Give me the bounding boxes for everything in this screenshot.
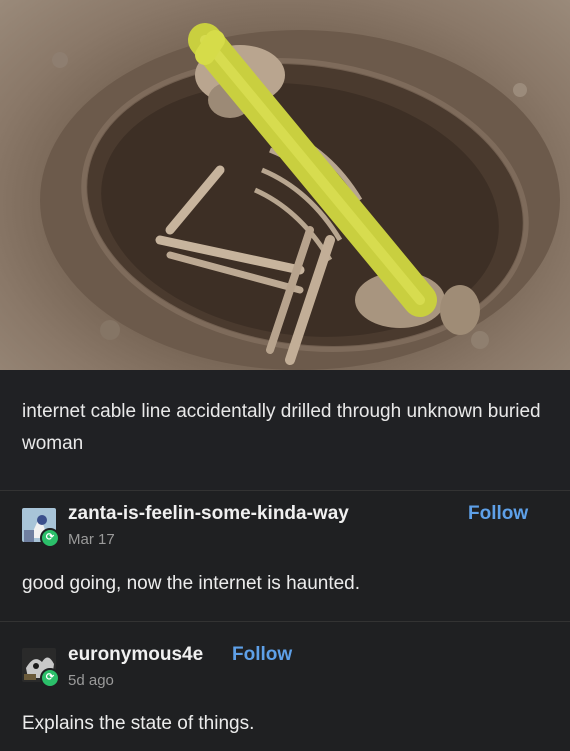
reblog-date: Mar 17 <box>68 531 115 548</box>
reblog-username[interactable]: euronymous4e <box>68 644 203 666</box>
reblog-text: Explains the state of things. <box>22 713 255 734</box>
post-photo[interactable] <box>0 0 570 370</box>
reblog-entry: ⟳ zanta-is-feelin-some-kinda-way Mar 17 … <box>0 491 570 621</box>
reblog-username[interactable]: zanta-is-feelin-some-kinda-way <box>68 503 349 525</box>
follow-button[interactable]: Follow <box>468 503 528 525</box>
reblog-icon: ⟳ <box>40 528 60 548</box>
photo-illustration <box>40 23 560 370</box>
caption-text: internet cable line accidentally drilled… <box>22 401 541 454</box>
reblog-icon: ⟳ <box>40 668 60 688</box>
post-caption: internet cable line accidentally drilled… <box>0 370 570 490</box>
follow-button[interactable]: Follow <box>232 644 292 666</box>
reblog-entry: ⟳ euronymous4e Follow 5d ago Explains th… <box>0 622 570 751</box>
reblog-date: 5d ago <box>68 672 114 689</box>
reblog-text: good going, now the internet is haunted. <box>22 573 361 594</box>
